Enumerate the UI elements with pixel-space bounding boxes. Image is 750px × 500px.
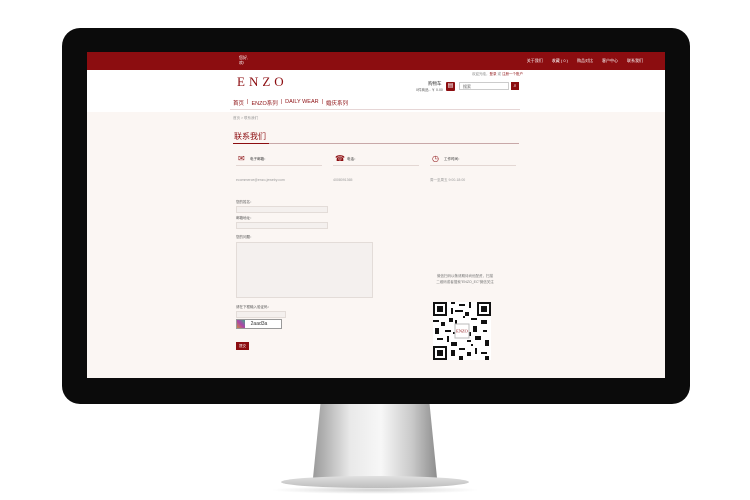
nav-daily-wear[interactable]: DAILY WEAR	[282, 99, 321, 109]
site-header: ENZO 欢迎光临，登录 或 注册一个账户 购物车 0件商品 - ￥ 0.00 …	[87, 70, 665, 112]
main-content: 首页 > 联系我们 联系我们 ✉ 电子邮箱： ecommerce@enzo-jew…	[87, 112, 665, 378]
top-links: 关于我们 收藏 ( 0 ) 购品对比 客户中心 联系我们	[527, 58, 643, 64]
nav-enzo-series[interactable]: ENZO系列	[248, 99, 280, 109]
name-field[interactable]	[236, 206, 328, 213]
qr-caption: 微信扫码以敬请期待尚优配资，扫描 二维码或者搜索"ENZO_EC"微信关注	[429, 273, 501, 285]
email-icon: ✉	[238, 154, 245, 163]
captcha-input[interactable]	[236, 311, 286, 318]
login-link[interactable]: 登录	[490, 72, 497, 76]
monitor-stand	[313, 404, 437, 478]
nav-home[interactable]: 首页	[230, 99, 247, 109]
svg-text:ENZO: ENZO	[456, 329, 468, 334]
email-field-label: 邮箱地址：	[236, 216, 254, 220]
greeting: 您好, 欢!	[239, 55, 248, 65]
email-divider	[236, 165, 322, 166]
submit-button[interactable]: 提交	[236, 342, 249, 350]
link-account[interactable]: 客户中心	[602, 58, 618, 64]
message-label: 您的问题：	[236, 235, 254, 239]
title-divider	[233, 143, 519, 144]
message-textarea[interactable]	[236, 242, 373, 298]
top-bar: 您好, 欢! 关于我们 收藏 ( 0 ) 购品对比 客户中心 联系我们	[87, 52, 665, 70]
main-nav: 首页 | ENZO系列 | DAILY WEAR | 婚庆系列	[230, 99, 351, 109]
hours-label: 工作时间：	[444, 156, 462, 161]
email-info: ✉ 电子邮箱：	[238, 155, 268, 163]
link-about[interactable]: 关于我们	[527, 58, 543, 64]
page-title: 联系我们	[234, 132, 266, 141]
hours-value: 周一至周五 9:00-18:00	[430, 178, 466, 182]
qr-caption-line-2: 二维码或者搜索"ENZO_EC"微信关注	[436, 280, 494, 284]
email-field[interactable]	[236, 222, 328, 229]
greeting-line-2: 欢!	[239, 60, 245, 65]
phone-label: 电话：	[347, 156, 358, 161]
qr-code: ENZO	[433, 302, 491, 360]
cart-summary: 0件商品 - ￥ 0.00	[416, 88, 443, 92]
phone-icon: ☎	[335, 154, 345, 163]
cart-icon[interactable]: ▤	[446, 82, 455, 91]
cart-title[interactable]: 购物车	[428, 81, 442, 87]
clock-icon: ◷	[432, 154, 439, 163]
breadcrumb[interactable]: 首页 > 联系我们	[233, 116, 258, 121]
login-prompt: 欢迎光临，登录 或 注册一个账户	[472, 72, 523, 77]
title-accent	[233, 143, 269, 144]
captcha-image[interactable]: 2aad3a	[236, 319, 282, 329]
captcha-text: 2aad3a	[250, 321, 268, 327]
email-label: 电子邮箱：	[250, 156, 268, 161]
captcha-label: 请在下框输入验证码：	[236, 305, 271, 309]
register-link[interactable]: 注册一个账户	[502, 72, 523, 76]
link-contact[interactable]: 联系我们	[627, 58, 643, 64]
search-icon[interactable]: ⌕	[511, 82, 519, 90]
phone-divider	[333, 165, 419, 166]
name-label: 您的姓名：	[236, 200, 254, 204]
hours-info: ◷ 工作时间：	[432, 155, 462, 163]
monitor-screen: 您好, 欢! 关于我们 收藏 ( 0 ) 购品对比 客户中心 联系我们 ENZO…	[87, 52, 665, 378]
search-input[interactable]: 搜索	[459, 82, 509, 90]
nav-divider	[230, 109, 520, 110]
hours-divider	[430, 165, 516, 166]
link-compare[interactable]: 购品对比	[577, 58, 593, 64]
phone-value: 4008091365	[333, 178, 353, 182]
email-value: ecommerce@enzo-jewelry.com	[236, 178, 285, 182]
link-favorites[interactable]: 收藏 ( 0 )	[552, 58, 568, 64]
nav-wedding-series[interactable]: 婚庆系列	[323, 99, 351, 109]
site-logo[interactable]: ENZO	[237, 74, 288, 90]
phone-info: ☎ 电话：	[335, 155, 358, 163]
monitor-base	[281, 476, 469, 488]
login-prefix: 欢迎光临，	[472, 72, 490, 76]
captcha-swatch	[237, 320, 245, 328]
